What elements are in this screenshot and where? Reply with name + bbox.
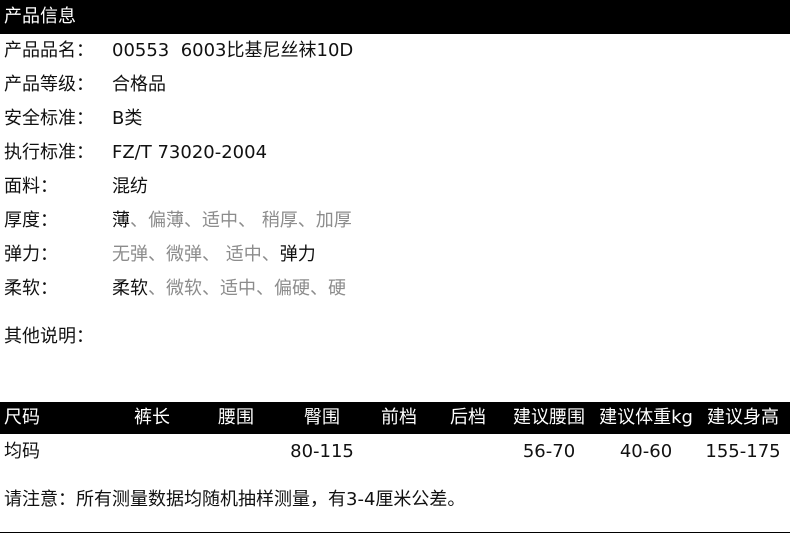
scale-option: 偏薄 (148, 210, 184, 231)
option-separator: 、 (310, 278, 328, 299)
size-cell: 80-115 (290, 441, 354, 462)
measurement-note: 请注意：所有测量数据均随机抽样测量，有3-4厘米公差。 (4, 489, 466, 510)
scale-label: 厚度： (4, 210, 58, 231)
size-header-cell: 建议腰围 (513, 407, 585, 428)
size-cell: 40-60 (619, 441, 673, 462)
option-separator: 、 (297, 210, 316, 231)
size-header-cell: 腰围 (218, 407, 254, 428)
scale-option: 微弹 (166, 244, 202, 265)
size-header-cell: 裤长 (134, 407, 170, 428)
info-label: 产品品名： (4, 40, 94, 61)
size-header-cell: 建议体重kg (599, 407, 693, 428)
info-label: 产品等级： (4, 74, 94, 95)
scale-option: 微软 (166, 278, 202, 299)
info-value: 00553 6003比基尼丝袜10D (112, 40, 354, 61)
size-cell: 155-175 (705, 441, 781, 462)
product-info-header: 产品信息 (0, 0, 790, 34)
size-header-cell: 前档 (381, 407, 417, 428)
size-table-header: 尺码 裤长 腰围 臀围 前档 后档 建议腰围 建议体重kg 建议身高 (0, 402, 790, 434)
size-header-cell: 尺码 (4, 407, 40, 428)
option-separator: 、 (261, 244, 280, 265)
size-header-cell: 建议身高 (707, 407, 779, 428)
option-separator: 、 (202, 244, 220, 265)
scale-option-selected: 薄 (112, 210, 130, 231)
info-label: 执行标准： (4, 142, 94, 163)
option-separator: 、 (130, 210, 148, 231)
bottom-divider (0, 532, 790, 533)
option-separator: 、 (238, 210, 256, 231)
other-notes-label: 其他说明： (4, 326, 94, 347)
info-value: FZ/T 73020-2004 (112, 142, 268, 163)
scale-option: 稍厚 (256, 210, 298, 231)
scale-label: 弹力： (4, 244, 58, 265)
size-header-cell: 臀围 (304, 407, 340, 428)
size-header-cell: 后档 (450, 407, 486, 428)
info-label: 面料： (4, 176, 58, 197)
size-cell: 均码 (4, 441, 40, 462)
scale-option: 加厚 (315, 210, 352, 231)
scale-option-selected: 柔软 (112, 278, 148, 299)
scale-option: 适中 (220, 244, 262, 265)
info-label: 安全标准： (4, 108, 94, 129)
info-value: 混纺 (112, 176, 148, 197)
info-value: 合格品 (112, 74, 166, 95)
scale-option: 无弹 (112, 244, 148, 265)
scale-option: 硬 (328, 278, 346, 299)
scale-options: 薄、偏薄、适中、 稍厚、加厚 (112, 204, 352, 238)
scale-option: 偏硬 (274, 278, 310, 299)
scale-option-selected: 弹力 (279, 244, 316, 265)
option-separator: 、 (184, 210, 202, 231)
info-value: B类 (112, 108, 143, 129)
scale-option: 适中 (220, 278, 256, 299)
option-separator: 、 (202, 278, 220, 299)
scale-option: 适中 (202, 210, 238, 231)
scale-options: 柔软、微软、适中、偏硬、硬 (112, 272, 346, 306)
scale-label: 柔软： (4, 278, 58, 299)
product-detail-page: 产品信息 产品品名： 00553 6003比基尼丝袜10D 产品等级： 合格品 … (0, 0, 790, 534)
size-cell: 56-70 (522, 441, 576, 462)
table-row: 均码 80-115 56-70 40-60 155-175 (0, 436, 790, 468)
option-separator: 、 (148, 244, 166, 265)
option-separator: 、 (256, 278, 274, 299)
scale-options: 无弹、微弹、 适中、弹力 (112, 238, 316, 272)
option-separator: 、 (148, 278, 166, 299)
